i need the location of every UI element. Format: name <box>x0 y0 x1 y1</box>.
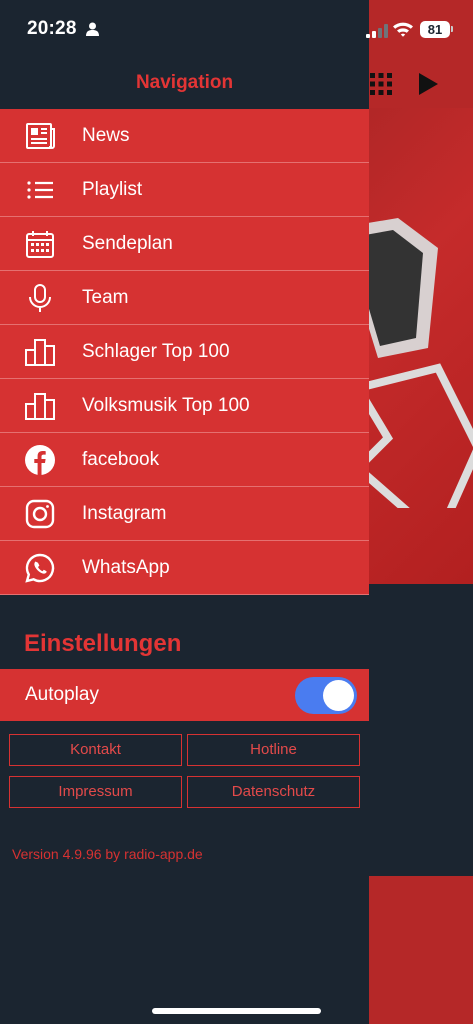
kontakt-button[interactable]: Kontakt <box>9 734 182 766</box>
menu-item-label: Team <box>82 287 129 308</box>
whatsapp-icon <box>24 552 56 584</box>
app-root: 20:28 81 Navigation News Playlist Sendep… <box>0 0 473 1024</box>
calendar-icon <box>24 228 56 260</box>
menu-item-sendeplan[interactable]: Sendeplan <box>0 217 369 271</box>
newspaper-icon <box>24 120 56 152</box>
menu-item-label: facebook <box>82 449 160 470</box>
navigation-menu: News Playlist Sendeplan Team Schlager To… <box>0 109 369 595</box>
battery-cap <box>451 26 453 32</box>
list-icon <box>24 174 56 206</box>
toggle-knob <box>323 680 354 711</box>
chart-bars-icon <box>24 390 56 422</box>
menu-item-label: WhatsApp <box>82 557 170 578</box>
navigation-drawer: Navigation News Playlist Sendeplan Team … <box>0 0 369 1024</box>
status-bar: 20:28 81 <box>0 0 473 60</box>
home-indicator[interactable] <box>152 1008 321 1014</box>
microphone-icon <box>24 282 56 314</box>
menu-item-playlist[interactable]: Playlist <box>0 163 369 217</box>
impressum-button[interactable]: Impressum <box>9 776 182 808</box>
menu-item-label: Schlager Top 100 <box>82 341 230 362</box>
battery-indicator: 81 <box>420 21 450 38</box>
menu-item-label: Sendeplan <box>82 233 173 254</box>
datenschutz-button[interactable]: Datenschutz <box>187 776 360 808</box>
play-icon[interactable] <box>417 72 439 96</box>
menu-item-label: News <box>82 125 130 146</box>
facebook-icon <box>24 444 56 476</box>
drawer-title: Navigation <box>135 72 234 93</box>
wifi-icon <box>393 22 413 37</box>
autoplay-row: Autoplay <box>0 669 369 721</box>
menu-item-facebook[interactable]: facebook <box>0 433 369 487</box>
menu-item-news[interactable]: News <box>0 109 369 163</box>
chart-bars-icon <box>24 336 56 368</box>
menu-item-label: Volksmusik Top 100 <box>82 395 250 416</box>
menu-item-schlager-top-100[interactable]: Schlager Top 100 <box>0 325 369 379</box>
menu-item-whatsapp[interactable]: WhatsApp <box>0 541 369 595</box>
person-icon <box>86 22 99 36</box>
instagram-icon <box>24 498 56 530</box>
status-time: 20:28 <box>27 18 77 39</box>
autoplay-toggle[interactable] <box>295 677 357 714</box>
menu-item-team[interactable]: Team <box>0 271 369 325</box>
settings-heading: Einstellungen <box>24 630 182 657</box>
menu-item-instagram[interactable]: Instagram <box>0 487 369 541</box>
hotline-button[interactable]: Hotline <box>187 734 360 766</box>
cellular-signal-icon <box>366 24 388 38</box>
autoplay-label: Autoplay <box>25 684 99 705</box>
menu-item-volksmusik-top-100[interactable]: Volksmusik Top 100 <box>0 379 369 433</box>
grid-icon[interactable] <box>369 72 393 96</box>
menu-item-label: Instagram <box>82 503 167 524</box>
version-text: Version 4.9.96 by radio-app.de <box>12 846 203 862</box>
menu-item-label: Playlist <box>82 179 143 200</box>
